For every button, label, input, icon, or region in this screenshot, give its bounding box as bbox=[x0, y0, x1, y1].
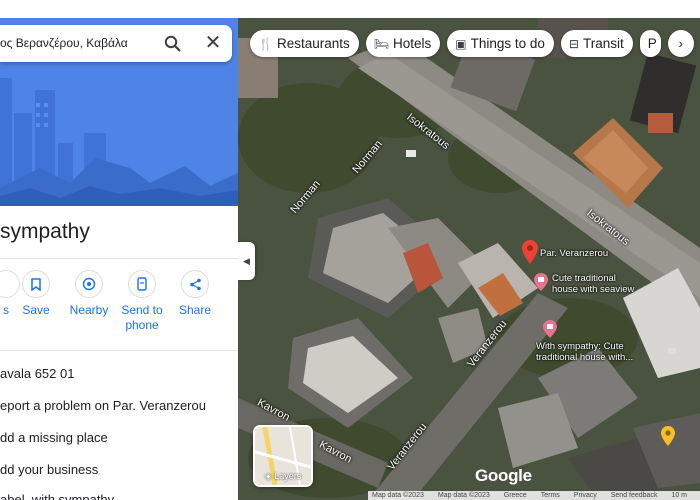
transit-icon: ⊟ bbox=[568, 36, 579, 51]
chip-parking[interactable]: P bbox=[639, 30, 661, 57]
add-business-link[interactable]: dd your business bbox=[0, 462, 98, 477]
share-button[interactable]: Share bbox=[167, 270, 223, 318]
chip-label: Things to do bbox=[470, 36, 545, 51]
poi-label-par-veranzerou[interactable]: Par. Veranzerou bbox=[540, 248, 608, 259]
footer-map-data: Map data ©2023 bbox=[372, 492, 424, 499]
add-label-link[interactable]: abel, with sympathy bbox=[0, 492, 114, 500]
add-missing-place-link[interactable]: dd a missing place bbox=[0, 430, 108, 445]
nearby-icon bbox=[75, 270, 103, 298]
chip-hotels[interactable]: 🛏 Hotels bbox=[365, 30, 441, 57]
share-icon bbox=[181, 270, 209, 298]
close-icon: ✕ bbox=[204, 32, 222, 54]
action-label: Save bbox=[22, 303, 50, 317]
save-button[interactable]: Save bbox=[8, 270, 64, 318]
footer-map-data: Map data ©2023 bbox=[437, 492, 490, 499]
close-button[interactable]: ✕ bbox=[203, 33, 223, 53]
chip-label: Restaurants bbox=[276, 36, 350, 51]
search-icon bbox=[164, 35, 181, 52]
search-input[interactable]: ος Βερανζέρου, Καβάλα bbox=[0, 36, 128, 50]
category-chips: 🍴 Restaurants 🛏 Hotels ▣ Things to do ⊟ … bbox=[250, 30, 694, 58]
top-strip bbox=[0, 0, 238, 18]
chip-restaurants[interactable]: 🍴 Restaurants bbox=[250, 30, 359, 57]
hotel-icon: 🛏 bbox=[373, 36, 389, 51]
bookmark-icon bbox=[22, 270, 50, 298]
address-row[interactable]: avala 652 01 bbox=[0, 366, 74, 381]
action-label: Share bbox=[178, 303, 212, 317]
chip-things-to-do[interactable]: ▣ Things to do bbox=[447, 30, 554, 57]
divider bbox=[0, 258, 238, 259]
collapse-panel-button[interactable]: ◀ bbox=[238, 242, 255, 280]
send-to-phone-button[interactable]: Send to phone bbox=[114, 270, 170, 333]
map-footer: Map data ©2023 Map data ©2023 Greece Ter… bbox=[368, 491, 700, 500]
action-label: Send to phone bbox=[121, 303, 163, 332]
chip-transit[interactable]: ⊟ Transit bbox=[560, 30, 633, 57]
report-problem-link[interactable]: eport a problem on Par. Veranzerou bbox=[0, 398, 206, 413]
footer-privacy-link[interactable]: Privacy bbox=[574, 492, 597, 499]
scale-label[interactable]: 10 m bbox=[671, 492, 687, 499]
footer-country: Greece bbox=[503, 492, 527, 499]
chevron-left-icon: ◀ bbox=[243, 255, 250, 266]
footer-feedback-link[interactable]: Send feedback bbox=[611, 492, 658, 499]
chip-label: P bbox=[647, 36, 657, 51]
place-panel: ος Βερανζέρου, Καβάλα ✕ sympathy s Save … bbox=[0, 0, 238, 500]
things-to-do-icon: ▣ bbox=[455, 36, 467, 51]
chip-label: Hotels bbox=[392, 36, 432, 51]
footer-terms-link[interactable]: Terms bbox=[541, 492, 560, 499]
chips-next-button[interactable]: › bbox=[667, 30, 694, 57]
layers-button[interactable]: ◈ Layers bbox=[253, 425, 313, 487]
divider bbox=[0, 350, 238, 351]
search-box[interactable]: ος Βερανζέρου, Καβάλα ✕ bbox=[0, 25, 232, 62]
chevron-right-icon: › bbox=[678, 36, 683, 51]
action-label: Nearby bbox=[69, 303, 109, 317]
layers-text: Layers bbox=[274, 471, 302, 481]
poi-label-with-sympathy[interactable]: With sympathy: Cute traditional house wi… bbox=[536, 341, 633, 363]
google-logo: Google bbox=[475, 466, 532, 485]
layers-label: ◈ Layers bbox=[255, 471, 311, 482]
search-button[interactable] bbox=[163, 34, 183, 54]
restaurant-icon: 🍴 bbox=[258, 36, 273, 51]
layers-icon: ◈ bbox=[264, 471, 272, 481]
chip-label: Transit bbox=[582, 36, 624, 51]
poi-label-cute-traditional-house[interactable]: Cute traditional house with seaview bbox=[552, 273, 634, 295]
phone-icon bbox=[128, 270, 156, 298]
nearby-button[interactable]: Nearby bbox=[61, 270, 117, 318]
place-title: sympathy bbox=[0, 220, 90, 243]
